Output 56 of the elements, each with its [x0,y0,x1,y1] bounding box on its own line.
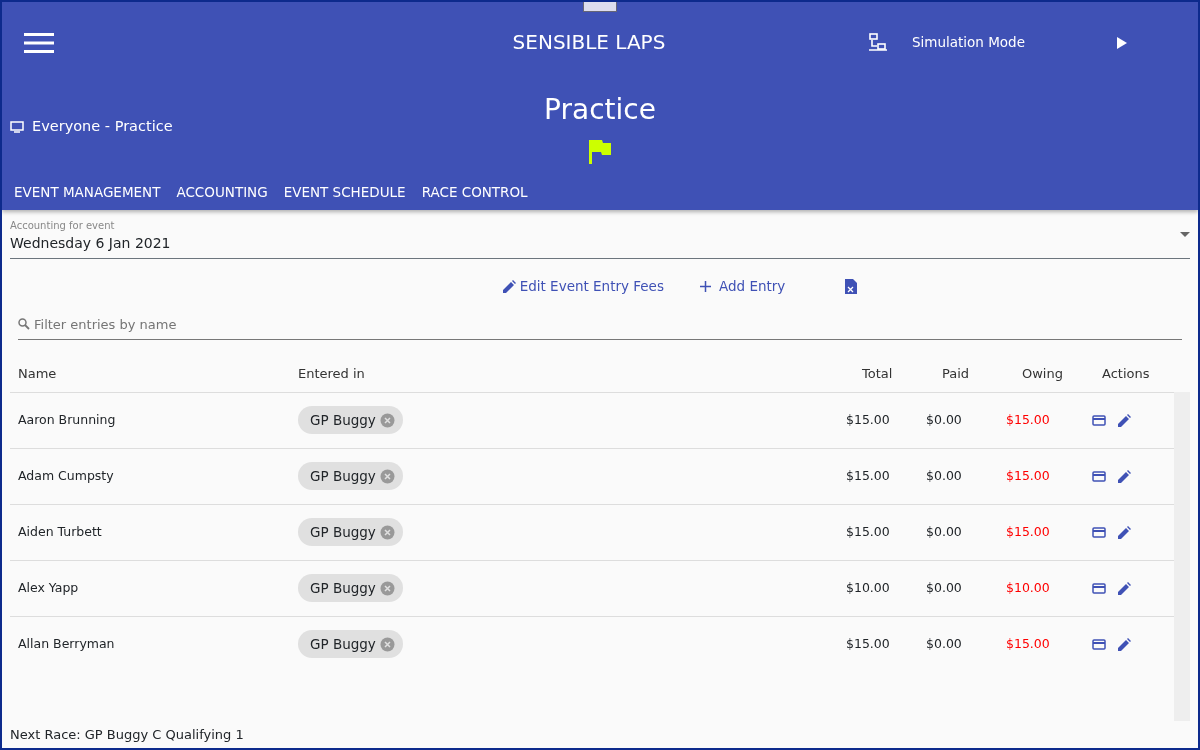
class-chip[interactable]: GP Buggy [298,517,403,547]
entrant-name: Aiden Turbett [18,523,102,539]
total-amount: $15.00 [846,635,890,651]
owing-amount: $15.00 [1006,635,1050,651]
paid-amount: $0.00 [926,579,962,595]
nav-tab[interactable]: EVENT SCHEDULE [275,182,414,203]
mode-label: Simulation Mode [912,32,1026,52]
app-title: SENSIBLE LAPS [512,30,666,54]
paid-amount: $0.00 [926,467,962,483]
owing-amount: $15.00 [1006,411,1050,427]
entrant-name: Aaron Brunning [18,411,116,427]
network-icon [868,32,888,52]
event-select[interactable]: Accounting for event Wednesday 6 Jan 2021 [10,218,1190,260]
class-chip[interactable]: GP Buggy [298,629,403,659]
entrant-name: Adam Cumpsty [18,467,114,483]
entrant-name: Alex Yapp [18,579,79,595]
paid-amount: $0.00 [926,523,962,539]
filter-field[interactable]: Filter entries by name [30,313,1182,335]
plus-icon [699,280,711,292]
drag-handle[interactable] [583,2,617,12]
display-label: Everyone - Practice [32,117,173,137]
nav-tab[interactable]: RACE CONTROL [413,182,536,203]
field-value: Wednesday 6 Jan 2021 [10,234,172,254]
total-amount: $15.00 [846,523,890,539]
monitor-icon [10,121,24,133]
flag-icon [588,139,612,165]
total-amount: $10.00 [846,579,890,595]
entrant-name: Allan Berryman [18,635,115,651]
total-amount: $15.00 [846,467,890,483]
class-chip[interactable]: GP Buggy [298,573,403,603]
field-label: Accounting for event [10,219,116,234]
class-chip[interactable]: GP Buggy [298,405,403,435]
play-icon[interactable] [1116,35,1128,50]
session-title: Practice [544,92,656,128]
dropdown-caret-icon [1180,232,1190,239]
column-header: Paid [942,365,971,383]
next-race-label: Next Race: GP Buggy C Qualifying 1 [10,725,245,744]
column-header: Name [18,365,58,383]
column-header: Total [862,365,894,383]
owing-amount: $10.00 [1006,579,1050,595]
paid-amount: $0.00 [926,635,962,651]
edit-fees-button[interactable]: Edit Event Entry Fees [496,275,670,298]
column-header: Owing [1022,365,1064,383]
class-chip[interactable]: GP Buggy [298,461,403,491]
paid-amount: $0.00 [926,411,962,427]
add-entry-button[interactable]: Add Entry [693,275,792,298]
column-header: Actions [1102,365,1151,383]
column-header: Entered in [298,365,366,383]
owing-amount: $15.00 [1006,523,1050,539]
search-icon [18,318,30,331]
nav-tab[interactable]: EVENT MANAGEMENT [6,182,169,203]
nav-tab[interactable]: ACCOUNTING [168,182,276,203]
pencil-icon [502,279,516,293]
total-amount: $15.00 [846,411,890,427]
scrollbar[interactable] [1174,391,1190,721]
owing-amount: $15.00 [1006,467,1050,483]
